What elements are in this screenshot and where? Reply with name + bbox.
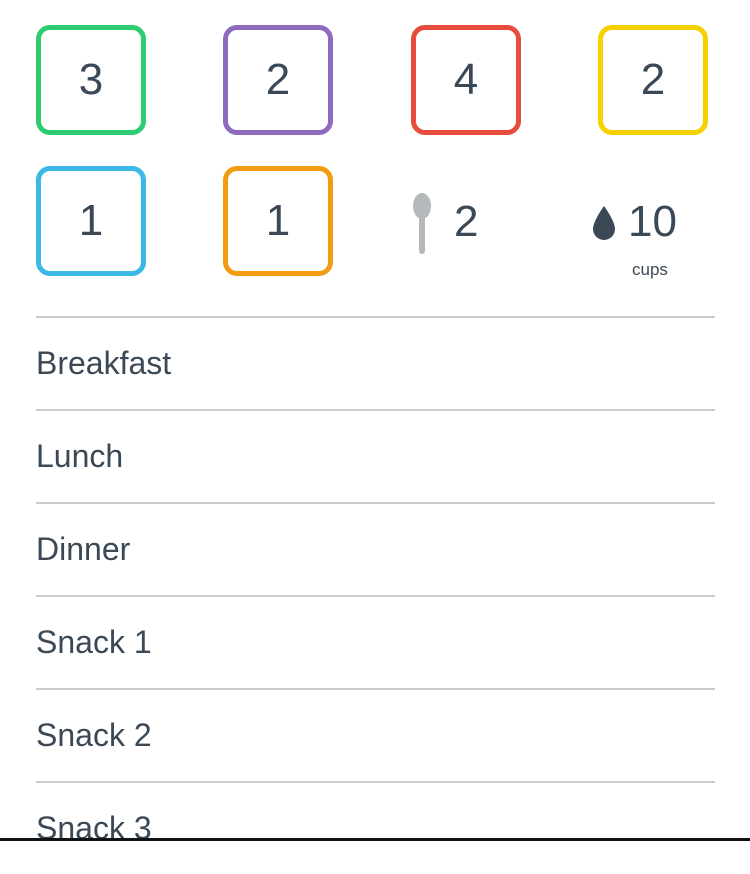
meal-row-dinner[interactable]: Dinner bbox=[36, 502, 715, 595]
portion-box-yellow[interactable]: 2 bbox=[598, 25, 708, 135]
portion-tracker-grid: 3 2 4 2 1 1 2 10 cups bbox=[0, 0, 750, 300]
spoon-icon bbox=[413, 193, 431, 254]
meal-row-snack-1[interactable]: Snack 1 bbox=[36, 595, 715, 688]
teaspoon-tracker[interactable]: 2 bbox=[408, 190, 518, 260]
meal-label: Lunch bbox=[36, 438, 124, 474]
meal-list: Breakfast Lunch Dinner Snack 1 Snack 2 S… bbox=[36, 316, 715, 874]
water-count: 10 bbox=[628, 197, 677, 246]
meal-label: Breakfast bbox=[36, 345, 172, 381]
portion-box-orange[interactable]: 1 bbox=[223, 166, 333, 276]
water-tracker[interactable]: 10 cups bbox=[590, 198, 720, 288]
portion-box-blue[interactable]: 1 bbox=[36, 166, 146, 276]
meal-row-lunch[interactable]: Lunch bbox=[36, 409, 715, 502]
water-unit-label: cups bbox=[632, 260, 668, 279]
meal-row-breakfast[interactable]: Breakfast bbox=[36, 316, 715, 409]
meal-label: Dinner bbox=[36, 531, 131, 567]
portion-box-red[interactable]: 4 bbox=[411, 25, 521, 135]
meal-label: Snack 1 bbox=[36, 624, 152, 660]
portion-box-green[interactable]: 3 bbox=[36, 25, 146, 135]
teaspoon-count: 2 bbox=[454, 197, 479, 246]
meal-label: Snack 2 bbox=[36, 717, 152, 753]
water-drop-icon bbox=[593, 206, 615, 240]
portion-box-purple[interactable]: 2 bbox=[223, 25, 333, 135]
meal-row-snack-2[interactable]: Snack 2 bbox=[36, 688, 715, 781]
meal-row-snack-3[interactable]: Snack 3 bbox=[36, 781, 715, 874]
meal-label: Snack 3 bbox=[36, 810, 152, 846]
